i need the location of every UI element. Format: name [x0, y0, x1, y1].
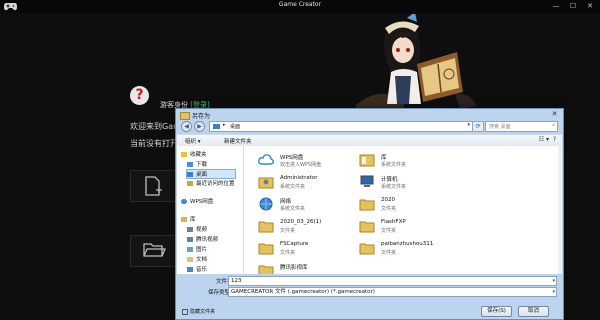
chevron-down-icon[interactable]: ▾ — [467, 122, 470, 128]
library-icon — [359, 154, 375, 167]
close-icon[interactable]: ✕ — [582, 0, 598, 13]
folder-icon — [258, 265, 274, 274]
sidebar-item-library[interactable]: 库 — [181, 215, 196, 223]
search-icon: ⌕ — [552, 122, 555, 128]
folder-icon — [359, 221, 375, 233]
breadcrumb[interactable]: 桌面 — [230, 123, 240, 130]
app-title: Game Creator — [278, 1, 322, 8]
help-icon: ? — [130, 86, 149, 105]
save-button[interactable]: 保存(S) — [481, 306, 512, 317]
navigation-pane: 收藏夹 下载 桌面 最近访问的位置 WPS网盘 库 视频 腾讯视频 图片 文档 … — [177, 146, 244, 274]
recent-places-icon — [187, 181, 193, 186]
vertical-scrollbar[interactable] — [558, 146, 562, 274]
new-file-icon — [145, 176, 162, 196]
video-icon — [187, 227, 193, 232]
library-icon — [181, 217, 187, 222]
download-folder-icon — [187, 162, 193, 167]
filetype-select[interactable]: GAMECREATOR 文件 (.gamecreator) (*.gamecre… — [228, 287, 557, 297]
list-item[interactable]: 腾讯影视库 — [258, 262, 378, 274]
sidebar-item-wps[interactable]: WPS网盘 — [181, 197, 213, 205]
cloud-icon — [181, 199, 187, 204]
chevron-down-icon[interactable]: ▾ — [552, 288, 555, 296]
desktop-icon — [213, 124, 220, 129]
title-bar: Game Creator — ☐ ✕ — [0, 0, 600, 13]
sidebar-item-pictures[interactable]: 图片 — [187, 245, 207, 253]
document-icon — [187, 257, 193, 262]
address-bar[interactable]: ▸ 桌面 ▾ — [209, 121, 473, 132]
list-item[interactable]: 库 系统文件夹 — [359, 152, 479, 174]
no-project-text: 当前没有打开 — [130, 139, 178, 148]
view-options-icon[interactable]: ☷ ▾ ? — [539, 136, 556, 143]
file-list: WPS网盘 双击进入WPS网盘 库 系统文件夹 Administrator 系统… — [244, 146, 558, 274]
list-item[interactable]: FlashFXP 文件夹 — [359, 218, 479, 240]
filename-value: 123 — [231, 278, 242, 284]
list-item[interactable]: 计算机 系统文件夹 — [359, 174, 479, 196]
sidebar-item-tencent-video[interactable]: 腾讯视频 — [187, 235, 218, 243]
maximize-icon[interactable]: ☐ — [565, 0, 581, 13]
back-icon[interactable]: ◀ — [181, 121, 192, 132]
cancel-button[interactable]: 取消 — [518, 306, 549, 317]
network-icon — [259, 197, 273, 211]
folder-icon — [258, 243, 274, 255]
collapse-icon — [182, 308, 188, 315]
refresh-icon[interactable]: ⟳ — [472, 121, 484, 132]
navigation-bar: ◀ ▶ ▸ 桌面 ▾ ⟳ 搜索 桌面 ⌕ — [179, 120, 560, 132]
open-folder-icon — [143, 243, 166, 257]
music-icon — [187, 267, 193, 272]
folder-icon — [359, 243, 375, 255]
desktop-icon — [187, 172, 193, 177]
filename-field[interactable]: 123 ▾ — [228, 276, 557, 286]
new-folder-button[interactable]: 新建文件夹 — [224, 137, 252, 145]
breadcrumb-arrow: ▸ — [223, 122, 226, 128]
search-placeholder: 搜索 桌面 — [489, 124, 511, 130]
search-input[interactable]: 搜索 桌面 ⌕ — [485, 121, 558, 132]
close-icon[interactable]: ✕ — [550, 110, 559, 118]
forward-icon[interactable]: ▶ — [194, 121, 205, 132]
folder-icon — [359, 199, 375, 211]
folder-icon — [258, 221, 274, 233]
sidebar-item-documents[interactable]: 文档 — [187, 255, 207, 263]
filetype-value: GAMECREATOR 文件 (.gamecreator) (*.gamecre… — [231, 289, 375, 295]
list-item[interactable]: paibanzhushou311 文件夹 — [359, 240, 479, 262]
sidebar-item-desktop[interactable]: 桌面 — [186, 169, 236, 179]
cloud-icon — [258, 154, 274, 165]
picture-icon — [187, 247, 193, 252]
list-item[interactable]: 2020 文件夹 — [359, 196, 479, 218]
hide-folders-toggle[interactable]: 隐藏文件夹 — [182, 308, 215, 315]
organize-menu[interactable]: 组织 ▾ — [185, 137, 201, 145]
sidebar-item-recent[interactable]: 最近访问的位置 — [187, 179, 235, 187]
video-icon — [187, 237, 193, 242]
sidebar-item-favorites[interactable]: 收藏夹 — [181, 150, 207, 158]
mascot-illustration — [345, 14, 480, 109]
chevron-down-icon[interactable]: ▾ — [552, 277, 555, 285]
computer-icon — [360, 175, 374, 187]
dialog-title: 另存为 — [192, 113, 211, 120]
open-project-tile[interactable] — [130, 235, 180, 267]
sidebar-item-videos[interactable]: 视频 — [187, 225, 207, 233]
sidebar-item-music[interactable]: 音乐 — [187, 265, 207, 273]
folder-icon — [180, 112, 190, 120]
save-as-dialog: 另存为 ✕ ◀ ▶ ▸ 桌面 ▾ ⟳ 搜索 桌面 ⌕ 组织 ▾ 新建文件夹 ☷ … — [175, 108, 564, 320]
star-icon — [181, 152, 187, 157]
minimize-icon[interactable]: — — [548, 0, 564, 13]
user-folder-icon — [258, 177, 274, 189]
sidebar-item-downloads[interactable]: 下载 — [187, 160, 207, 168]
new-project-tile[interactable] — [130, 170, 180, 202]
